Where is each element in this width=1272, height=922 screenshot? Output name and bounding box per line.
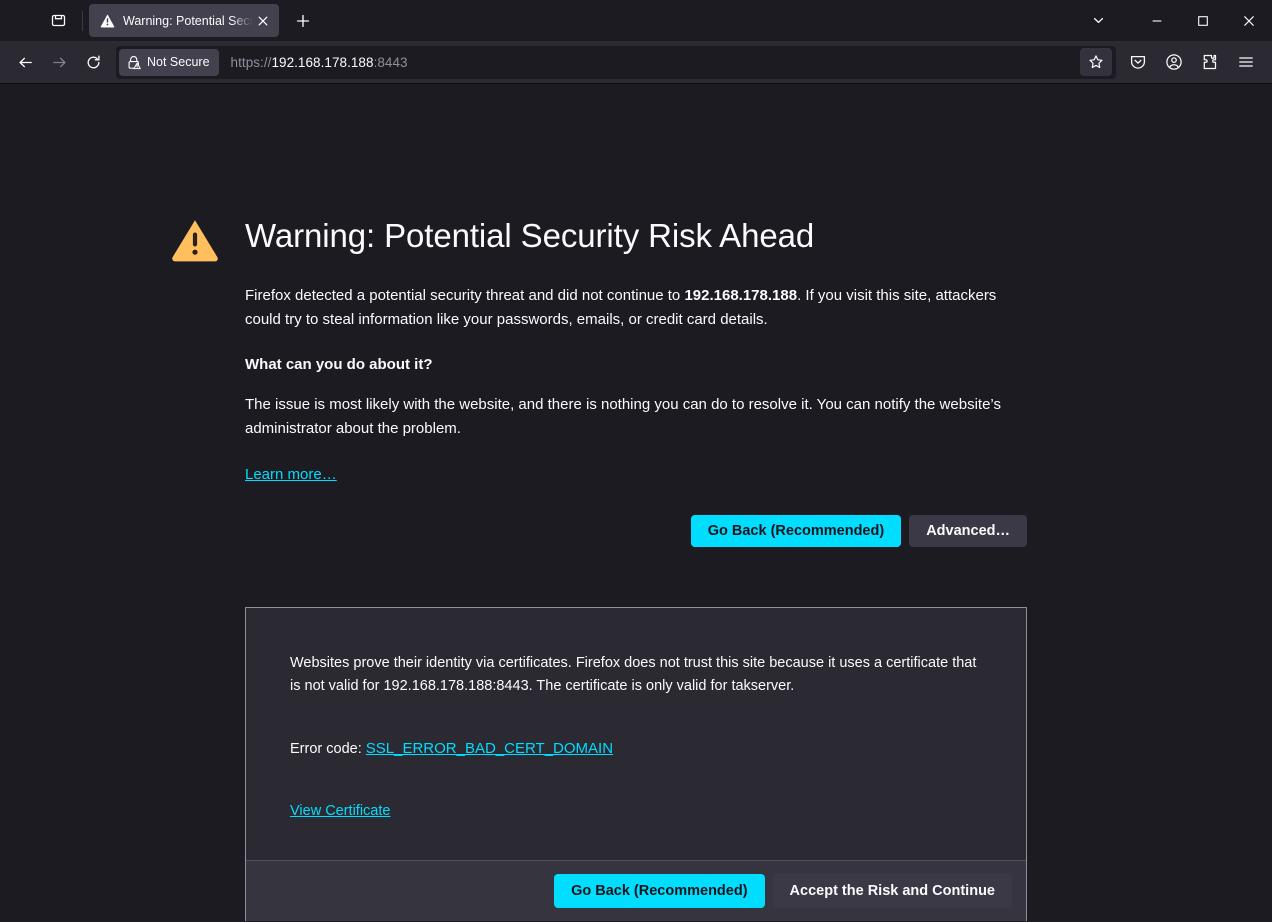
tab-title: Warning: Potential Security Risk Ahead [123,13,253,28]
hamburger-menu-icon [1237,53,1255,71]
tab-strip: Warning: Potential Security Risk Ahead [0,0,1272,41]
go-back-button[interactable]: Go Back (Recommended) [690,514,902,547]
what-can-you-do-heading: What can you do about it? [245,356,433,374]
pocket-button[interactable] [1120,46,1156,78]
navigation-toolbar: Not Secure https://192.168.178.188:8443 [0,41,1272,84]
tab-overflow-button[interactable] [1078,0,1118,41]
forward-button[interactable] [42,46,76,78]
maximize-window-button[interactable] [1180,0,1226,41]
app-menu-button[interactable] [1228,46,1264,78]
back-button[interactable] [8,46,42,78]
star-icon [1088,54,1104,70]
bookmark-button[interactable] [1080,48,1112,76]
neterror-page: Warning: Potential Security Risk Ahead F… [0,84,1272,921]
neterror-content: Warning: Potential Security Risk Ahead F… [172,84,1027,921]
reload-icon [85,54,102,71]
list-all-tabs-icon [50,12,67,29]
maximize-icon [1197,15,1209,27]
url-port: :8443 [373,54,408,70]
plus-icon [296,14,310,28]
not-secure-badge[interactable]: Not Secure [119,48,219,76]
intro-hostname: 192.168.178.188 [684,286,798,304]
close-window-button[interactable] [1226,0,1272,41]
primary-button-row: Go Back (Recommended) Advanced… [245,514,1027,547]
page-title-row: Warning: Potential Security Risk Ahead [245,216,1027,256]
lock-warning-icon [127,55,141,70]
certificate-error-panel: Websites prove their identity via certif… [245,606,1027,921]
warning-triangle-icon [171,216,219,264]
url-scheme: https:// [230,54,272,70]
advanced-button[interactable]: Advanced… [909,514,1027,547]
browser-tab[interactable]: Warning: Potential Security Risk Ahead [89,4,279,37]
error-code-label: Error code: [290,741,366,758]
intro-text-before: Firefox detected a potential security th… [245,286,685,304]
view-certificate-link[interactable]: View Certificate [290,803,390,819]
chevron-down-icon [1092,14,1105,27]
url-bar[interactable]: Not Secure https://192.168.178.188:8443 [116,45,1116,79]
account-button[interactable] [1156,46,1192,78]
reload-button[interactable] [76,46,110,78]
advice-paragraph: The issue is most likely with the websit… [245,396,1001,438]
page-title: Warning: Potential Security Risk Ahead [245,217,815,254]
pocket-icon [1129,53,1147,71]
tab-strip-divider [82,10,83,31]
certificate-panel-footer: Go Back (Recommended) Accept the Risk an… [246,859,1026,921]
view-certificate-row: View Certificate [290,802,982,820]
arrow-left-icon [17,54,34,71]
certificate-panel-body: Websites prove their identity via certif… [246,608,1026,860]
list-all-tabs-button[interactable] [38,5,78,37]
toolbar-actions [1120,46,1264,78]
arrow-right-icon [51,54,68,71]
certificate-explanation: Websites prove their identity via certif… [290,654,977,695]
extensions-button[interactable] [1192,46,1228,78]
close-icon [1243,15,1255,27]
close-icon[interactable] [253,11,273,31]
minimize-icon [1151,15,1163,27]
extensions-puzzle-icon [1201,53,1219,71]
window-controls [1078,0,1272,41]
accept-risk-button[interactable]: Accept the Risk and Continue [772,873,1012,908]
error-code-row: Error code: SSL_ERROR_BAD_CERT_DOMAIN [290,737,982,762]
not-secure-label: Not Secure [147,55,210,69]
learn-more-row: Learn more… [245,466,1027,484]
url-host: 192.168.178.188 [271,54,374,70]
panel-go-back-button[interactable]: Go Back (Recommended) [554,873,765,908]
new-tab-button[interactable] [287,5,319,37]
warning-triangle-icon [99,13,115,29]
account-circle-icon [1165,53,1183,71]
error-code-link[interactable]: SSL_ERROR_BAD_CERT_DOMAIN [366,740,613,757]
learn-more-link[interactable]: Learn more… [245,466,337,483]
intro-paragraph: Firefox detected a potential security th… [245,284,1027,333]
minimize-window-button[interactable] [1134,0,1180,41]
url-input[interactable]: https://192.168.178.188:8443 [231,55,1080,70]
